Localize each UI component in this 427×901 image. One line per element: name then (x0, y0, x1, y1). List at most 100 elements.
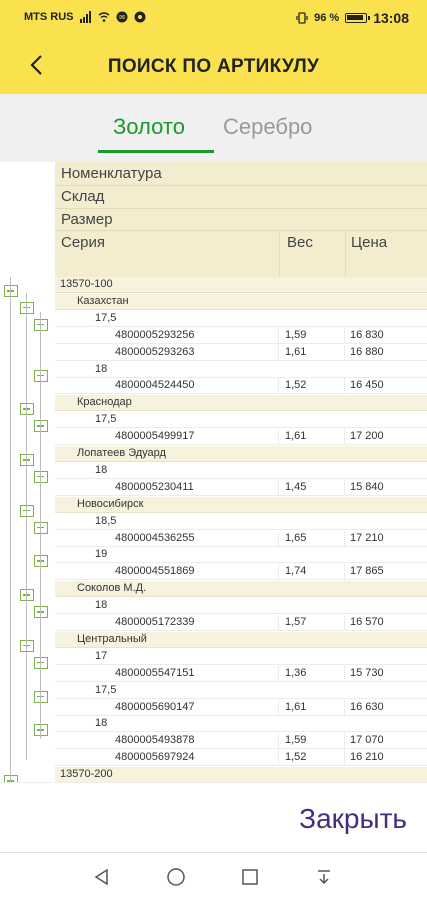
column-divider (344, 564, 345, 581)
series-cell: 4800005499917 (115, 430, 195, 443)
table-row[interactable]: 4800004551869 1,74 17 865 (0, 564, 427, 581)
column-divider (278, 699, 279, 716)
series-cell: 4800005293256 (115, 328, 195, 341)
group-row[interactable]: Краснодар (0, 395, 427, 416)
tree-guide-line (10, 277, 11, 782)
status-bar: MTS RUS ✉ 96 % 13:08 (0, 0, 427, 36)
header-size: Размер (61, 211, 113, 228)
row-divider (55, 562, 427, 564)
group-row[interactable]: 17,5 (0, 412, 427, 433)
group-row[interactable]: Соколов М.Д. (0, 581, 427, 602)
row-divider (55, 342, 427, 344)
back-button[interactable] (22, 50, 50, 80)
group-row[interactable]: Новосибирск (0, 496, 427, 517)
column-divider (344, 530, 345, 547)
price-cell: 15 840 (350, 480, 384, 493)
row-divider (55, 376, 427, 378)
column-divider (344, 378, 345, 395)
table-row[interactable]: 4800005493878 1,59 17 070 (0, 733, 427, 750)
group-row[interactable]: 18,5 (0, 514, 427, 534)
row-divider (55, 748, 427, 750)
app-notification-icon (134, 11, 145, 23)
group-row[interactable]: 13570-100 (0, 277, 427, 297)
series-cell: 4800004536255 (115, 531, 195, 544)
header-divider (55, 208, 427, 209)
column-divider (344, 665, 345, 682)
series-cell: 4800005293263 (115, 345, 195, 358)
page-title: ПОИСК ПО АРТИКУЛУ (107, 56, 320, 77)
wifi-icon (98, 12, 109, 22)
weight-cell: 1,59 (285, 328, 307, 341)
column-divider (278, 750, 279, 767)
row-divider (55, 731, 427, 733)
group-label: 17,5 (95, 413, 117, 426)
table-row[interactable]: 4800004524450 1,52 16 450 (0, 378, 427, 395)
series-cell: 4800004524450 (115, 379, 195, 392)
results-table[interactable]: Номенклатура Склад Размер Серия Вес Цена… (0, 162, 427, 782)
collapse-toggle-icon[interactable] (4, 775, 18, 782)
carrier-label: MTS RUS (24, 11, 74, 23)
nav-notifications-button[interactable] (312, 865, 336, 889)
row-divider (55, 714, 427, 716)
table-row[interactable]: 4800005499917 1,61 17 200 (0, 429, 427, 446)
price-cell: 16 210 (350, 751, 384, 764)
group-row[interactable]: 18 (0, 598, 427, 619)
tab-gold[interactable]: Золото (113, 114, 185, 140)
group-row[interactable]: 13570-200 (0, 767, 427, 782)
table-row[interactable]: 4800005547151 1,36 15 730 (0, 665, 427, 682)
nav-recents-button[interactable] (238, 865, 262, 889)
table-row[interactable]: 4800005690147 1,61 16 630 (0, 699, 427, 716)
row-divider (55, 545, 427, 547)
nav-back-button[interactable] (90, 865, 114, 889)
group-row[interactable]: 18 (0, 716, 427, 737)
column-divider (278, 429, 279, 446)
group-label: 18 (95, 599, 108, 612)
group-row[interactable]: Центральный (0, 631, 427, 652)
square-recents-icon (242, 869, 258, 885)
column-divider (344, 344, 345, 361)
group-row[interactable]: 17 (0, 649, 427, 669)
price-cell: 16 830 (350, 328, 384, 341)
close-button[interactable]: Закрыть (299, 803, 407, 835)
row-divider (55, 410, 427, 412)
header-nomenclature: Номенклатура (61, 165, 162, 182)
table-row[interactable]: 4800005293263 1,61 16 880 (0, 344, 427, 361)
row-divider (55, 765, 427, 767)
group-label: 19 (95, 548, 108, 561)
series-cell: 4800005493878 (115, 734, 195, 747)
column-divider (278, 378, 279, 395)
price-cell: 17 200 (350, 430, 384, 443)
tab-silver[interactable]: Серебро (223, 114, 312, 140)
price-cell: 17 865 (350, 565, 384, 578)
group-label: Новосибирск (77, 497, 144, 510)
group-row[interactable]: 19 (0, 547, 427, 568)
triangle-back-icon (94, 868, 108, 886)
table-row[interactable]: 4800005293256 1,59 16 830 (0, 327, 427, 344)
group-row[interactable]: 17,5 (0, 683, 427, 703)
group-row[interactable]: Казахстан (0, 293, 427, 314)
group-label: Краснодар (77, 396, 132, 409)
row-divider (55, 646, 427, 648)
column-divider (278, 530, 279, 547)
group-row[interactable]: Лопатеев Эдуард (0, 446, 427, 466)
group-row[interactable]: 18 (0, 463, 427, 483)
nav-home-button[interactable] (164, 865, 188, 889)
group-row[interactable]: 18 (0, 362, 427, 382)
group-label: Центральный (77, 632, 147, 645)
group-row[interactable]: 17,5 (0, 311, 427, 331)
price-cell: 16 630 (350, 700, 384, 713)
footer: Закрыть (0, 782, 427, 853)
column-divider (344, 429, 345, 446)
table-row[interactable]: 4800004536255 1,65 17 210 (0, 530, 427, 547)
group-label: 18 (95, 362, 108, 375)
row-divider (55, 511, 427, 513)
row-divider (55, 427, 427, 429)
row-divider (55, 494, 427, 496)
tree-guide-line (26, 293, 27, 760)
table-row[interactable]: 4800005230411 1,45 15 840 (0, 479, 427, 496)
group-label: 17,5 (95, 683, 117, 696)
table-row[interactable]: 4800005172339 1,57 16 570 (0, 615, 427, 631)
table-row[interactable]: 4800005697924 1,52 16 210 (0, 750, 427, 767)
row-divider (55, 663, 427, 665)
series-cell: 4800005172339 (115, 616, 195, 628)
